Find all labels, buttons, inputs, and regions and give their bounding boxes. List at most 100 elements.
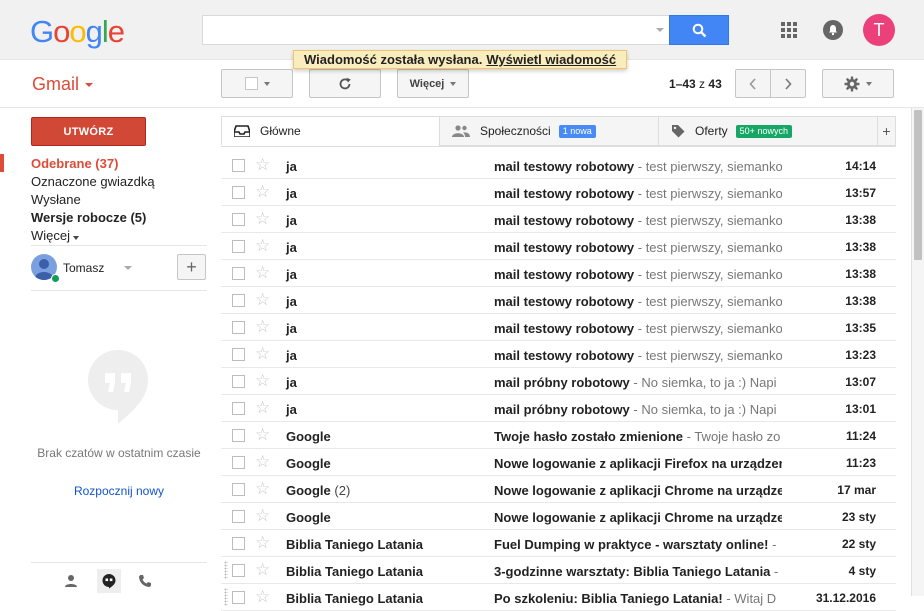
subject-line: 3-godzinne warsztaty: Biblia Taniego Lat… [494,564,782,579]
more-actions-button[interactable]: Więcej [397,69,469,98]
newer-button[interactable] [735,69,771,98]
tab-social[interactable]: Społeczności 1 nowa [439,116,659,146]
sidebar-item-starred[interactable]: Oznaczone gwiazdką [31,174,155,189]
star-icon[interactable]: ☆ [255,560,270,580]
row-checkbox[interactable] [232,456,245,469]
subject-text: mail testowy robotowy [494,321,635,336]
apps-grid-icon[interactable] [781,22,797,38]
subject-line: Nowe logowanie z aplikacji Chrome na urz… [494,483,782,498]
gmail-app-menu[interactable]: Gmail [32,74,94,95]
row-checkbox[interactable] [232,240,245,253]
tab-primary[interactable]: Główne [221,116,440,146]
row-checkbox[interactable] [232,510,245,523]
row-checkbox[interactable] [232,402,245,415]
sender-text: Biblia Taniego Latania [286,537,424,552]
sidebar-item-sent[interactable]: Wysłane [31,192,81,207]
drag-handle-icon[interactable] [224,588,228,606]
account-avatar[interactable]: T [863,14,895,46]
star-icon[interactable]: ☆ [255,452,270,472]
row-checkbox[interactable] [232,186,245,199]
refresh-button[interactable] [309,69,381,98]
star-icon[interactable]: ☆ [255,479,270,499]
older-button[interactable] [770,69,806,98]
row-checkbox[interactable] [232,564,245,577]
search-input[interactable] [203,16,643,44]
email-row[interactable]: ☆ ja mail próbny robotowy - No siemka, to… [221,368,896,395]
row-checkbox[interactable] [232,348,245,361]
notifications-bell-icon[interactable] [823,20,843,40]
email-row[interactable]: ☆ Google (2) Nowe logowanie z aplikacji Ch… [221,476,896,503]
row-checkbox[interactable] [232,591,245,604]
scrollbar[interactable] [911,108,924,596]
email-row[interactable]: ☆ ja mail testowy robotowy - test pierwsz… [221,287,896,314]
more-label: Więcej [31,228,71,243]
contacts-person-icon[interactable] [59,569,83,593]
email-row[interactable]: ☆ ja mail testowy robotowy - test pierwsz… [221,314,896,341]
start-new-chat-link[interactable]: Rozpocznij nowy [31,484,207,498]
email-row[interactable]: ☆ ja mail testowy robotowy - test pierwsz… [221,260,896,287]
row-checkbox[interactable] [232,537,245,550]
scrollbar-thumb[interactable] [914,110,922,260]
row-checkbox[interactable] [232,294,245,307]
star-icon[interactable]: ☆ [255,209,270,229]
sidebar-item-inbox[interactable]: Odebrane (37) [31,156,118,171]
drag-handle-icon[interactable] [224,561,228,579]
email-row[interactable]: ☆ Biblia Taniego Latania Fuel Dumping w p… [221,530,896,557]
email-row[interactable]: ☆ ja mail próbny robotowy - No siemka, to… [221,395,896,422]
snippet-text: - test pierwszy, siemanko [634,159,782,174]
star-icon[interactable]: ☆ [255,155,270,175]
email-row[interactable]: ☆ Biblia Taniego Latania Po szkoleniu: Bi… [221,584,896,611]
phone-icon[interactable] [133,569,157,593]
tab-promotions[interactable]: Oferty 50+ nowych [658,116,878,146]
select-dropdown-button[interactable] [221,69,293,98]
star-icon[interactable]: ☆ [255,425,270,445]
email-row[interactable]: ☆ ja mail testowy robotowy - test pierwsz… [221,206,896,233]
row-checkbox[interactable] [232,267,245,280]
email-row[interactable]: ☆ Biblia Taniego Latania 3-godzinne warsz… [221,557,896,584]
row-checkbox[interactable] [232,429,245,442]
compose-button[interactable]: UTWÓRZ [31,117,146,146]
row-checkbox[interactable] [232,159,245,172]
select-all-checkbox[interactable] [244,77,258,90]
star-icon[interactable]: ☆ [255,506,270,526]
star-icon[interactable]: ☆ [255,587,270,607]
search-button[interactable] [669,15,729,45]
subject-text: 3-godzinne warsztaty: Biblia Taniego Lat… [494,564,771,579]
hangouts-icon[interactable] [97,569,121,593]
sidebar-item-drafts[interactable]: Wersje robocze (5) [31,210,146,225]
star-icon[interactable]: ☆ [255,236,270,256]
row-checkbox[interactable] [232,375,245,388]
star-icon[interactable]: ☆ [255,398,270,418]
email-row[interactable]: ☆ ja mail testowy robotowy - test pierwsz… [221,341,896,368]
star-icon[interactable]: ☆ [255,182,270,202]
chevron-down-icon[interactable] [124,266,132,270]
star-icon[interactable]: ☆ [255,371,270,391]
snippet-text: - [770,564,779,579]
star-icon[interactable]: ☆ [255,533,270,553]
google-logo[interactable]: Google [30,14,125,50]
star-icon[interactable]: ☆ [255,317,270,337]
new-chat-button[interactable]: + [177,254,206,280]
email-row[interactable]: ☆ Google Twoje hasło zostało zmienione - … [221,422,896,449]
subject-line: mail próbny robotowy - No siemka, to ja … [494,402,782,417]
email-row[interactable]: ☆ Google Nowe logowanie z aplikacji Firef… [221,449,896,476]
star-icon[interactable]: ☆ [255,263,270,283]
view-message-link[interactable]: Wyświetl wiadomość [486,52,616,67]
search-options-caret-icon[interactable] [656,28,664,32]
row-checkbox[interactable] [232,213,245,226]
sender-text: Google [286,429,331,444]
email-row[interactable]: ☆ ja mail testowy robotowy - test pierwsz… [221,179,896,206]
settings-button[interactable] [822,69,894,98]
date-text: 13:01 [845,402,876,416]
add-tab-button[interactable]: + [877,116,896,146]
row-checkbox[interactable] [232,321,245,334]
email-row[interactable]: ☆ ja mail testowy robotowy - test pierwsz… [221,152,896,179]
sidebar-item-more[interactable]: Więcej [31,228,80,243]
divider [221,146,896,147]
subject-text: mail testowy robotowy [494,348,635,363]
star-icon[interactable]: ☆ [255,344,270,364]
email-row[interactable]: ☆ Google Nowe logowanie z aplikacji Chrom… [221,503,896,530]
star-icon[interactable]: ☆ [255,290,270,310]
row-checkbox[interactable] [232,483,245,496]
email-row[interactable]: ☆ ja mail testowy robotowy - test pierwsz… [221,233,896,260]
